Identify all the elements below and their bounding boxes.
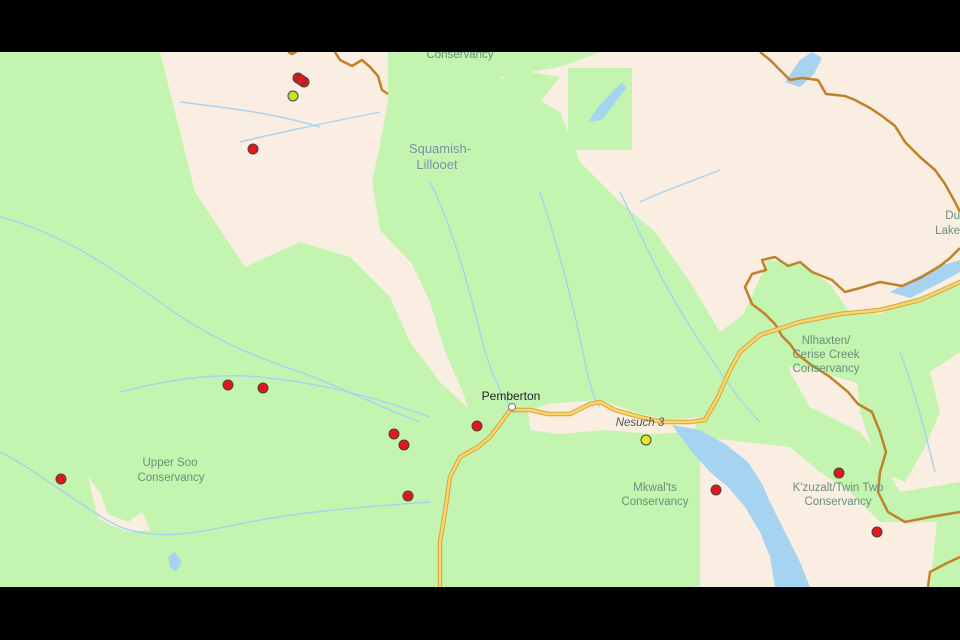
incident-marker[interactable]	[287, 90, 299, 102]
letterbox-bottom	[0, 587, 960, 640]
label-upper-soo-line1: Upper Soo	[143, 457, 198, 469]
label-nlhaxten-line1: Nlhaxten/	[802, 335, 851, 347]
map-canvas[interactable]: Conservancy Squamish- Lillooet Pemberton…	[0, 52, 960, 587]
incident-marker[interactable]	[222, 379, 234, 391]
incident-marker[interactable]	[471, 420, 483, 432]
label-upper-soo-line2: Conservancy	[137, 472, 204, 484]
label-squamish-line2: Lillooet	[416, 157, 458, 172]
label-nlhaxten-line3: Conservancy	[792, 363, 859, 375]
incident-marker[interactable]	[388, 428, 400, 440]
incident-marker[interactable]	[833, 467, 845, 479]
pemberton-town-dot	[508, 403, 516, 411]
label-nlhaxten-line2: Cerise Creek	[792, 349, 859, 361]
label-kzuzalt-line1: K'zuzalt/Twin Two	[793, 482, 884, 494]
label-pemberton: Pemberton	[482, 389, 541, 403]
incident-marker[interactable]	[257, 382, 269, 394]
incident-marker[interactable]	[640, 434, 652, 446]
label-mkwalts-line1: Mkwal'ts	[633, 482, 677, 494]
incident-marker[interactable]	[247, 143, 259, 155]
label-squamish-line1: Squamish-	[409, 141, 471, 156]
label-conservancy-top: Conservancy	[426, 52, 493, 61]
incident-marker[interactable]	[55, 473, 67, 485]
label-kzuzalt-line2: Conservancy	[804, 496, 871, 508]
letterbox-top	[0, 0, 960, 52]
label-duffey-line1: Du	[945, 210, 960, 222]
label-duffey-line2: Lake	[935, 225, 960, 237]
incident-marker[interactable]	[871, 526, 883, 538]
incident-marker[interactable]	[295, 74, 307, 86]
label-nesuch: Nesuch 3	[616, 417, 665, 429]
incident-marker[interactable]	[398, 439, 410, 451]
label-mkwalts-line2: Conservancy	[621, 496, 688, 508]
incident-marker[interactable]	[402, 490, 414, 502]
incident-marker[interactable]	[710, 484, 722, 496]
